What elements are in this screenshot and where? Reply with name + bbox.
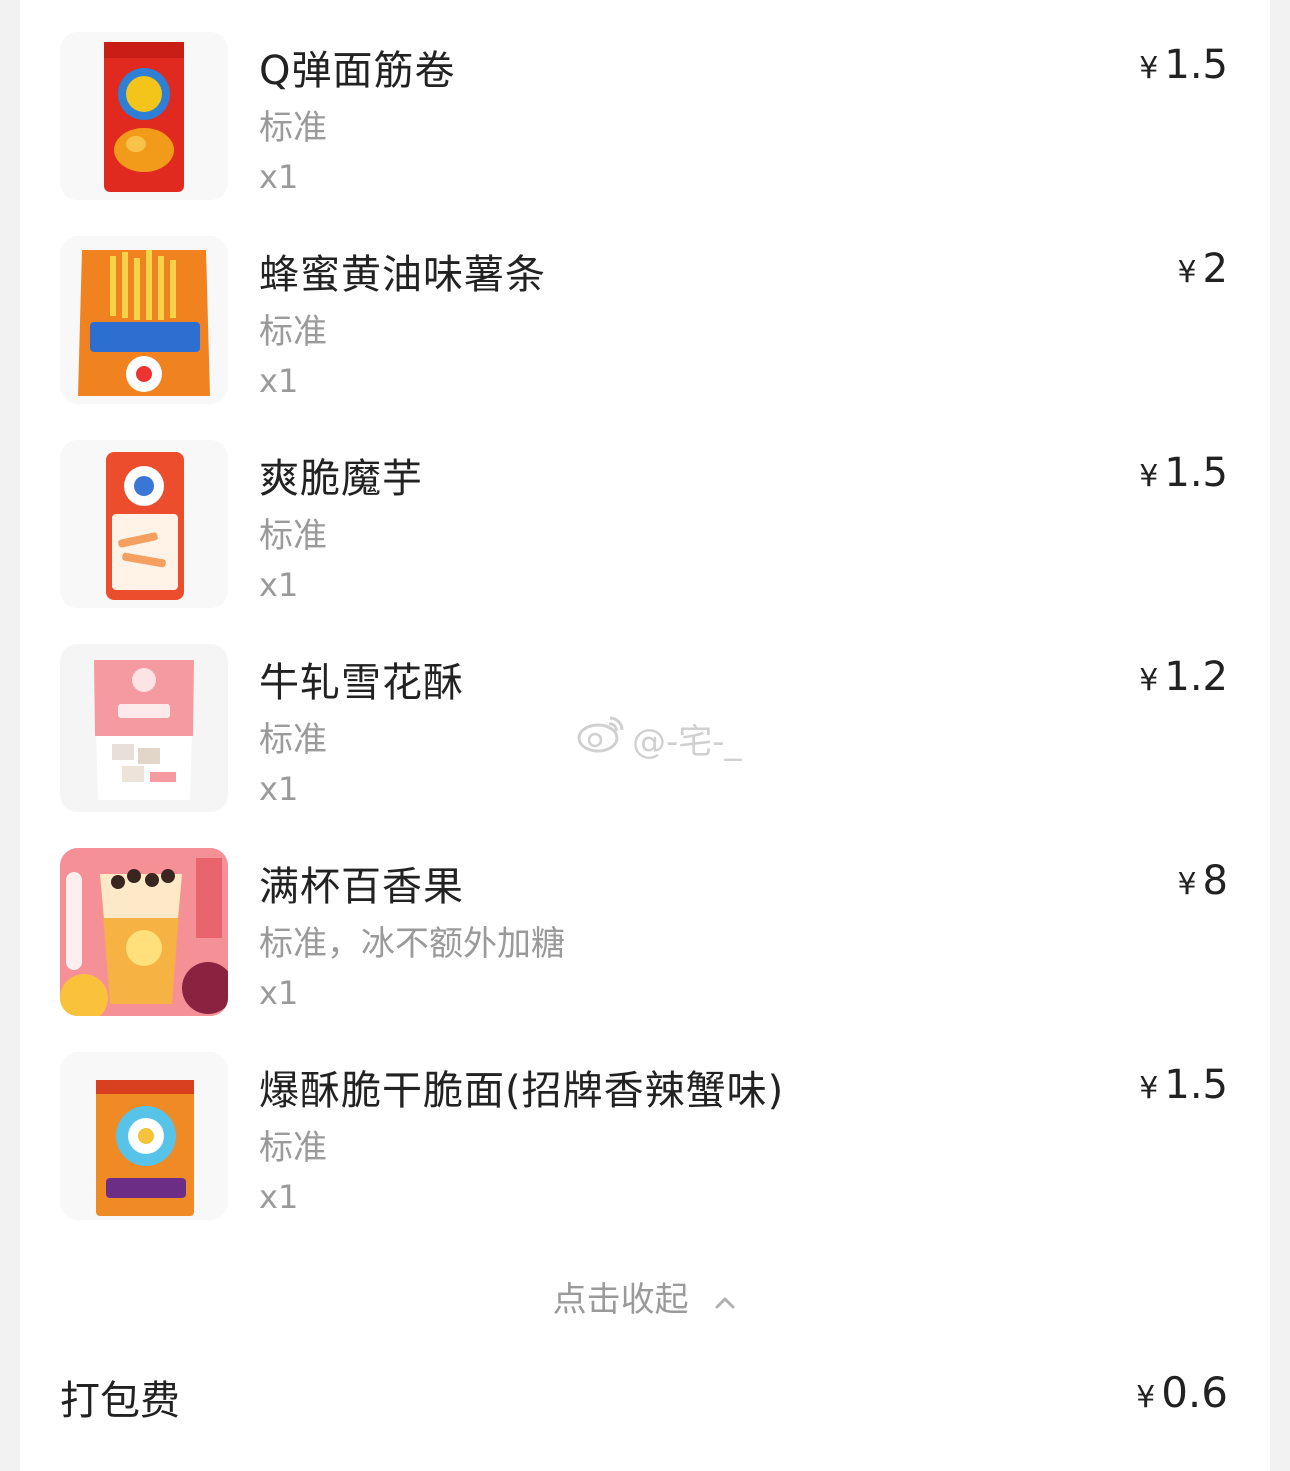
item-spec: 标准 — [259, 1128, 327, 1168]
currency-symbol: ¥ — [1177, 867, 1197, 902]
price-value: 1.5 — [1164, 42, 1228, 88]
crispy-noodle-bag-icon — [60, 1052, 228, 1220]
currency-symbol: ¥ — [1139, 1071, 1159, 1106]
passionfruit-tea-icon — [60, 848, 228, 1016]
packing-fee-row: 打包费 ¥0.6 — [60, 1368, 1228, 1428]
price-value: 1.5 — [1164, 1062, 1228, 1108]
product-image — [60, 236, 228, 404]
price-value: 8 — [1202, 858, 1228, 904]
order-item[interactable]: 蜂蜜黄油味薯条 标准 x1 ¥2 — [60, 236, 1230, 416]
currency-symbol: ¥ — [1139, 459, 1159, 494]
item-spec: 标准 — [259, 312, 327, 352]
price-value: 1.5 — [1164, 450, 1228, 496]
item-price: ¥1.5 — [1139, 42, 1228, 88]
collapse-label: 点击收起 — [552, 1280, 689, 1320]
item-quantity: x1 — [259, 974, 299, 1012]
fries-bag-icon — [60, 236, 228, 404]
product-image — [60, 1052, 228, 1220]
item-price: ¥8 — [1177, 858, 1228, 904]
item-name: 满杯百香果 — [259, 864, 464, 910]
packing-fee-price: ¥0.6 — [1136, 1368, 1228, 1417]
item-price: ¥2 — [1177, 246, 1228, 292]
product-image — [60, 644, 228, 812]
item-name: 爽脆魔芋 — [259, 456, 423, 502]
order-item[interactable]: Q弹面筋卷 标准 x1 ¥1.5 — [60, 32, 1230, 212]
item-spec: 标准，冰不额外加糖 — [259, 924, 565, 964]
price-value: 0.6 — [1161, 1368, 1228, 1417]
order-item[interactable]: 爆酥脆干脆面(招牌香辣蟹味) 标准 x1 ¥1.5 — [60, 1052, 1230, 1232]
order-item[interactable]: 满杯百香果 标准，冰不额外加糖 x1 ¥8 — [60, 848, 1230, 1028]
currency-symbol: ¥ — [1136, 1380, 1156, 1415]
price-value: 1.2 — [1164, 654, 1228, 700]
product-image — [60, 848, 228, 1016]
watermark-text: @-宅-_ — [632, 722, 742, 762]
item-spec: 标准 — [259, 720, 327, 760]
product-image — [60, 32, 228, 200]
price-value: 2 — [1202, 246, 1228, 292]
item-quantity: x1 — [259, 362, 299, 400]
item-price: ¥1.2 — [1139, 654, 1228, 700]
item-quantity: x1 — [259, 158, 299, 196]
collapse-button[interactable]: 点击收起 — [20, 1272, 1270, 1321]
order-items-card: Q弹面筋卷 标准 x1 ¥1.5 蜂蜜黄油味薯条 标准 x1 ¥2 爽脆魔芋 标… — [20, 0, 1270, 1471]
nougat-bag-icon — [60, 644, 228, 812]
item-name: 蜂蜜黄油味薯条 — [259, 252, 546, 298]
order-item[interactable]: 爽脆魔芋 标准 x1 ¥1.5 — [60, 440, 1230, 620]
packing-fee-label: 打包费 — [60, 1378, 180, 1424]
currency-symbol: ¥ — [1139, 663, 1159, 698]
currency-symbol: ¥ — [1177, 255, 1197, 290]
chevron-up-icon — [715, 1297, 735, 1308]
item-name: Q弹面筋卷 — [259, 48, 456, 94]
item-quantity: x1 — [259, 566, 299, 604]
item-price: ¥1.5 — [1139, 450, 1228, 496]
item-spec: 标准 — [259, 108, 327, 148]
red-snack-bag-icon — [60, 32, 228, 200]
konjac-bag-icon — [60, 440, 228, 608]
item-name: 爆酥脆干脆面(招牌香辣蟹味) — [259, 1068, 785, 1114]
product-image — [60, 440, 228, 608]
item-quantity: x1 — [259, 1178, 299, 1216]
currency-symbol: ¥ — [1139, 51, 1159, 86]
item-price: ¥1.5 — [1139, 1062, 1228, 1108]
item-quantity: x1 — [259, 770, 299, 808]
weibo-icon — [577, 716, 624, 753]
item-name: 牛轧雪花酥 — [259, 660, 464, 706]
item-spec: 标准 — [259, 516, 327, 556]
watermark: @-宅-_ — [576, 712, 742, 762]
